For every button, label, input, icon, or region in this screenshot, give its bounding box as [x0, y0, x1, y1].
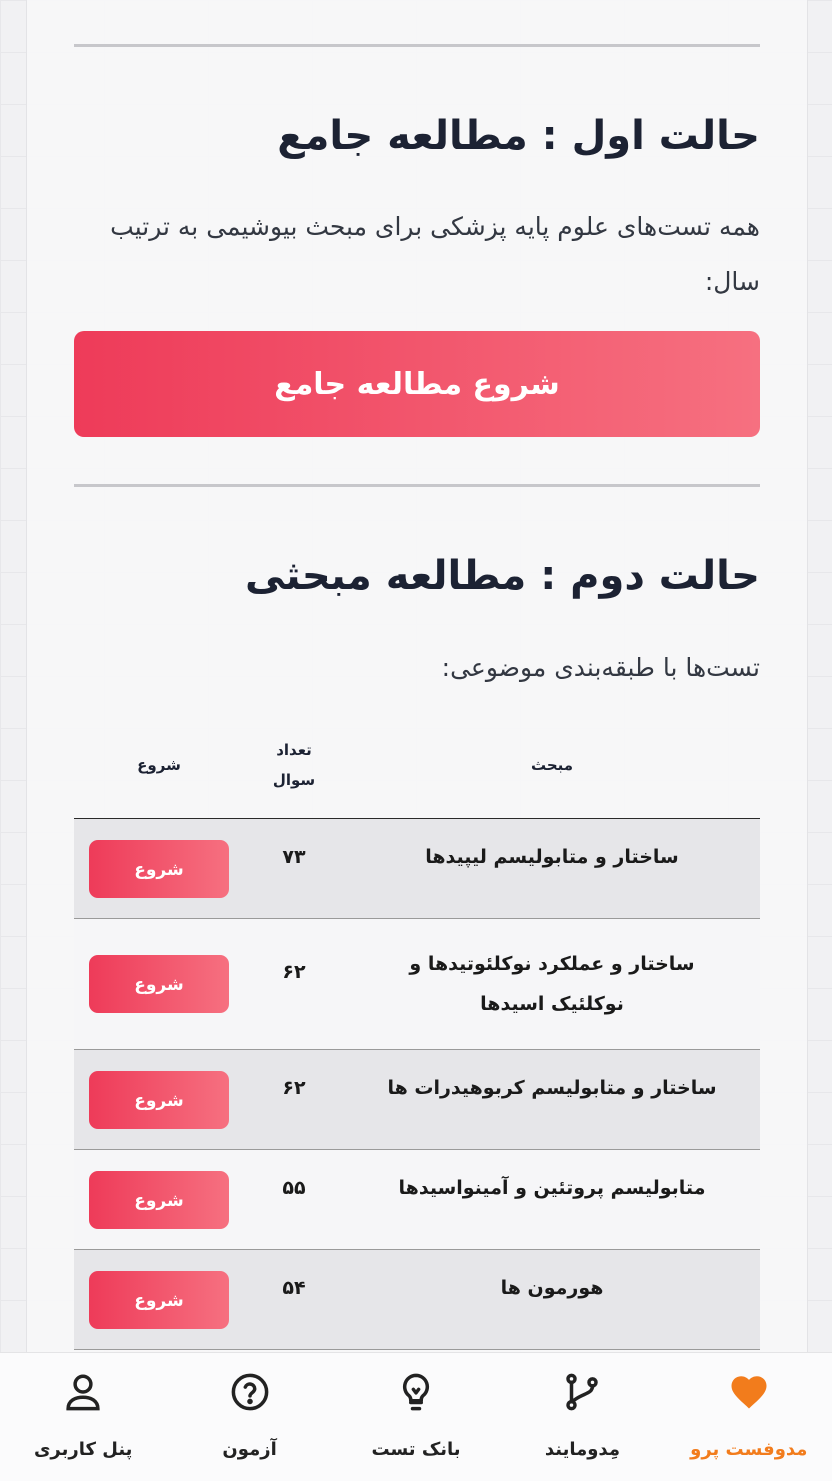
section-1-title: حالت اول : مطالعه جامع [277, 113, 760, 159]
topic-cell: ساختار و متابولیسم کربوهیدرات ها [344, 1049, 760, 1150]
main-content[interactable]: حالت اول : مطالعه جامع همه تست‌های علوم … [26, 0, 808, 1480]
count-cell: ۷۳ [244, 818, 344, 919]
bottom-navigation: مدوفست پرو مِدومایند بانک تست آزمون پنل … [0, 1352, 832, 1481]
start-cell: شروع [74, 918, 244, 1050]
topics-table: مبحث تعداد سوال شروع ساختار و متابولیسم … [74, 712, 760, 1350]
table-row: ساختار و متابولیسم کربوهیدرات ها ۶۲ شروع [74, 1049, 760, 1150]
nav-item-exam[interactable]: آزمون [166, 1353, 332, 1481]
start-topic-button[interactable]: شروع [89, 1170, 229, 1229]
question-circle-icon [231, 1373, 268, 1411]
table-row: هورمون ها ۵۴ شروع [74, 1249, 760, 1350]
lightbulb-icon [402, 1373, 430, 1411]
nav-label: آزمون [222, 1439, 277, 1460]
section-2-title: حالت دوم : مطالعه مبحثی [245, 553, 760, 599]
nav-label: بانک تست [371, 1439, 461, 1460]
topic-cell: ساختار و متابولیسم لیپیدها [344, 818, 760, 919]
section-2-description: تست‌ها با طبقه‌بندی موضوعی: [441, 653, 760, 682]
question-count: ۵۵ [282, 1176, 306, 1199]
start-topic-button[interactable]: شروع [89, 1070, 229, 1129]
divider [74, 44, 760, 47]
nav-item-medofast-pro[interactable]: مدوفست پرو [666, 1353, 832, 1481]
nav-item-medomind[interactable]: مِدومایند [499, 1353, 665, 1481]
nav-item-test-bank[interactable]: بانک تست [333, 1353, 499, 1481]
topic-name: متابولیسم پروتئین و آمینواسیدها [398, 1176, 706, 1199]
topic-name: ساختار و متابولیسم کربوهیدرات ها [387, 1076, 717, 1099]
count-cell: ۶۲ [244, 918, 344, 1050]
table-row: متابولیسم پروتئین و آمینواسیدها ۵۵ شروع [74, 1149, 760, 1250]
start-comprehensive-study-button[interactable]: شروع مطالعه جامع [74, 331, 760, 437]
count-cell: ۵۵ [244, 1149, 344, 1250]
topic-name: ساختار و عملکرد نوکلئوتیدها و نوکلئیک اس… [409, 953, 695, 1015]
start-topic-button[interactable]: شروع [89, 1270, 229, 1329]
topic-name: هورمون ها [500, 1276, 604, 1299]
topic-cell: متابولیسم پروتئین و آمینواسیدها [344, 1149, 760, 1250]
nav-label: مدوفست پرو [690, 1439, 808, 1460]
count-cell: ۶۲ [244, 1049, 344, 1150]
user-icon [66, 1374, 100, 1411]
count-cell: ۵۴ [244, 1249, 344, 1350]
start-cell: شروع [74, 1149, 244, 1250]
start-topic-button[interactable]: شروع [89, 839, 229, 898]
nav-label: پنل کاربری [33, 1439, 133, 1460]
table-row: ساختار و متابولیسم لیپیدها ۷۳ شروع [74, 818, 760, 919]
topic-cell: ساختار و عملکرد نوکلئوتیدها و نوکلئیک اس… [344, 918, 760, 1050]
nav-item-user-panel[interactable]: پنل کاربری [0, 1353, 166, 1481]
topic-cell: هورمون ها [344, 1249, 760, 1350]
header-question-count-label: تعداد سوال [272, 741, 316, 789]
table-row: ساختار و عملکرد نوکلئوتیدها و نوکلئیک اس… [74, 918, 760, 1050]
topic-name: ساختار و متابولیسم لیپیدها [425, 845, 679, 868]
header-start: شروع [74, 712, 244, 819]
header-question-count: تعداد سوال [244, 712, 344, 819]
start-topic-button[interactable]: شروع [89, 955, 229, 1013]
start-cell: شروع [74, 818, 244, 919]
start-cell: شروع [74, 1049, 244, 1150]
section-1-description: همه تست‌های علوم پایه پزشکی برای مبحث بی… [110, 212, 760, 296]
question-count: ۶۲ [282, 961, 306, 983]
nav-label: مِدومایند [544, 1439, 620, 1460]
question-count: ۶۲ [282, 1076, 306, 1099]
heart-icon [731, 1376, 767, 1409]
git-branch-icon [566, 1373, 599, 1411]
header-topic: مبحث [344, 712, 760, 819]
question-count: ۷۳ [282, 845, 306, 868]
divider [74, 484, 760, 487]
question-count: ۵۴ [282, 1276, 306, 1299]
start-cell: شروع [74, 1249, 244, 1350]
